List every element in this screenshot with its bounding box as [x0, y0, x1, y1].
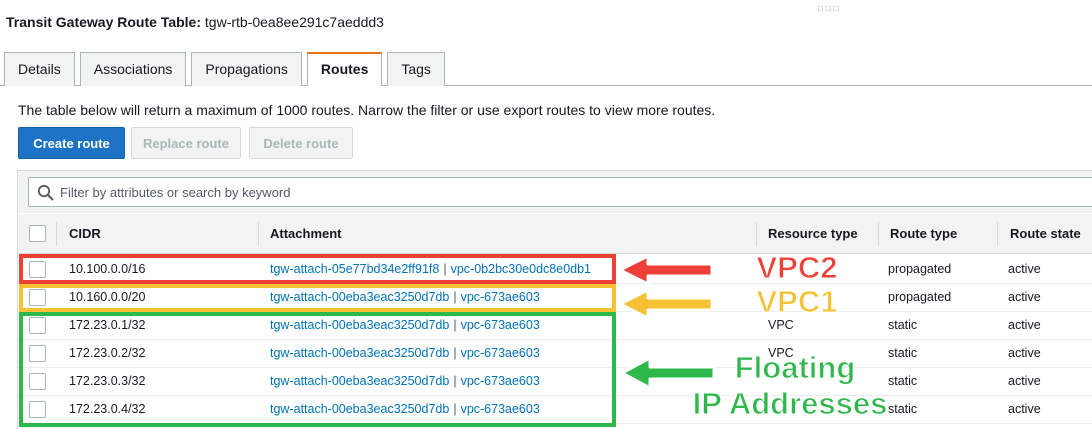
- cidr-cell: 172.23.0.2/32: [69, 346, 146, 360]
- vpc-link[interactable]: vpc-673ae603: [461, 374, 540, 388]
- routes-limit-notice: The table below will return a maximum of…: [18, 102, 716, 118]
- row-checkbox[interactable]: [29, 373, 46, 390]
- table-row[interactable]: 172.23.0.4/32 tgw-attach-00eba3eac3250d7…: [18, 396, 1092, 424]
- tab-tags[interactable]: Tags: [387, 52, 445, 86]
- attachment-separator: |: [443, 262, 447, 276]
- delete-route-button[interactable]: Delete route: [249, 127, 353, 159]
- search-icon: [37, 184, 54, 201]
- attachment-cell: tgw-attach-00eba3eac3250d7db | vpc-673ae60…: [270, 340, 540, 368]
- vpc-link[interactable]: vpc-673ae603: [461, 290, 540, 304]
- vpc-link[interactable]: vpc-0b2bc30e0dc8e0db1: [451, 262, 591, 276]
- route-table-id: tgw-rtb-0ea8ee291c7aeddd3: [204, 14, 384, 30]
- route-state-cell: active: [1008, 262, 1041, 276]
- window-controls[interactable]: □□□: [818, 4, 842, 13]
- route-type-cell: propagated: [888, 290, 952, 304]
- tab-bar: Details Associations Propagations Routes…: [4, 52, 445, 86]
- replace-route-button[interactable]: Replace route: [131, 127, 241, 159]
- row-checkbox[interactable]: [29, 317, 46, 334]
- route-type-cell: static: [888, 402, 918, 416]
- route-state-cell: active: [1008, 374, 1041, 388]
- row-checkbox[interactable]: [29, 401, 46, 418]
- attachment-separator: |: [453, 346, 457, 360]
- attachment-separator: |: [453, 374, 457, 388]
- cidr-cell: 10.100.0.0/16: [69, 262, 146, 276]
- attachment-separator: |: [453, 318, 457, 332]
- table-row[interactable]: 172.23.0.1/32 tgw-attach-00eba3eac3250d7…: [18, 312, 1092, 340]
- attachment-link[interactable]: tgw-attach-00eba3eac3250d7db: [270, 318, 449, 332]
- column-divider: [258, 222, 259, 246]
- tab-propagations[interactable]: Propagations: [191, 52, 302, 86]
- attachment-link[interactable]: tgw-attach-00eba3eac3250d7db: [270, 346, 449, 360]
- column-header-attachment[interactable]: Attachment: [270, 214, 342, 254]
- table-row[interactable]: 10.160.0.0/20 tgw-attach-00eba3eac3250d7…: [18, 284, 1092, 312]
- column-header-route-type[interactable]: Route type: [890, 214, 957, 254]
- attachment-cell: tgw-attach-05e77bd34e2ff91f8 | vpc-0b2bc30…: [270, 256, 591, 284]
- attachment-link[interactable]: tgw-attach-00eba3eac3250d7db: [270, 374, 449, 388]
- route-state-cell: active: [1008, 346, 1041, 360]
- route-state-cell: active: [1008, 402, 1041, 416]
- create-route-button[interactable]: Create route: [18, 127, 125, 159]
- page-title: Transit Gateway Route Table: tgw-rtb-0ea…: [6, 14, 384, 30]
- cidr-cell: 172.23.0.1/32: [69, 318, 146, 332]
- attachment-cell: tgw-attach-00eba3eac3250d7db | vpc-673ae60…: [270, 284, 540, 312]
- tab-details[interactable]: Details: [4, 52, 75, 86]
- route-state-cell: active: [1008, 290, 1041, 304]
- attachment-separator: |: [453, 290, 457, 304]
- attachment-link[interactable]: tgw-attach-00eba3eac3250d7db: [270, 402, 449, 416]
- tab-associations[interactable]: Associations: [79, 52, 187, 86]
- vpc-link[interactable]: vpc-673ae603: [461, 402, 540, 416]
- row-checkbox[interactable]: [29, 289, 46, 306]
- column-divider: [756, 222, 757, 246]
- attachment-link[interactable]: tgw-attach-05e77bd34e2ff91f8: [270, 262, 439, 276]
- tab-routes[interactable]: Routes: [306, 52, 383, 86]
- vpc-link[interactable]: vpc-673ae603: [461, 346, 540, 360]
- table-header: CIDR Attachment Resource type Route type…: [18, 214, 1092, 254]
- column-divider: [997, 222, 998, 246]
- attachment-cell: tgw-attach-00eba3eac3250d7db | vpc-673ae60…: [270, 312, 540, 340]
- resource-type-cell: VPC: [768, 346, 794, 360]
- column-header-cidr[interactable]: CIDR: [69, 214, 101, 254]
- attachment-cell: tgw-attach-00eba3eac3250d7db | vpc-673ae60…: [270, 396, 540, 424]
- cidr-cell: 10.160.0.0/20: [69, 290, 146, 304]
- vpc-link[interactable]: vpc-673ae603: [461, 318, 540, 332]
- route-type-cell: propagated: [888, 262, 952, 276]
- search-input[interactable]: Filter by attributes or search by keywor…: [28, 177, 1092, 207]
- table-row[interactable]: 172.23.0.2/32 tgw-attach-00eba3eac3250d7…: [18, 340, 1092, 368]
- route-state-cell: active: [1008, 318, 1041, 332]
- route-type-cell: static: [888, 374, 918, 388]
- routes-table: Filter by attributes or search by keywor…: [17, 170, 1092, 429]
- attachment-link[interactable]: tgw-attach-00eba3eac3250d7db: [270, 290, 449, 304]
- route-type-cell: static: [888, 318, 918, 332]
- column-header-route-state[interactable]: Route state: [1010, 214, 1081, 254]
- table-row[interactable]: 172.23.0.3/32 tgw-attach-00eba3eac3250d7…: [18, 368, 1092, 396]
- attachment-cell: tgw-attach-00eba3eac3250d7db | vpc-673ae60…: [270, 368, 540, 396]
- column-divider: [56, 222, 57, 246]
- select-all-checkbox[interactable]: [29, 225, 46, 242]
- filter-bar: Filter by attributes or search by keywor…: [18, 171, 1092, 213]
- row-checkbox[interactable]: [29, 261, 46, 278]
- row-checkbox[interactable]: [29, 345, 46, 362]
- column-divider: [878, 222, 879, 246]
- search-placeholder: Filter by attributes or search by keywor…: [60, 185, 291, 200]
- column-header-resource-type[interactable]: Resource type: [768, 214, 858, 254]
- cidr-cell: 172.23.0.4/32: [69, 402, 146, 416]
- route-type-cell: static: [888, 346, 918, 360]
- attachment-separator: |: [453, 402, 457, 416]
- cidr-cell: 172.23.0.3/32: [69, 374, 146, 388]
- resource-type-cell: VPC: [768, 318, 794, 332]
- table-row[interactable]: 10.100.0.0/16 tgw-attach-05e77bd34e2ff91…: [18, 256, 1092, 284]
- page-title-prefix: Transit Gateway Route Table:: [6, 14, 202, 30]
